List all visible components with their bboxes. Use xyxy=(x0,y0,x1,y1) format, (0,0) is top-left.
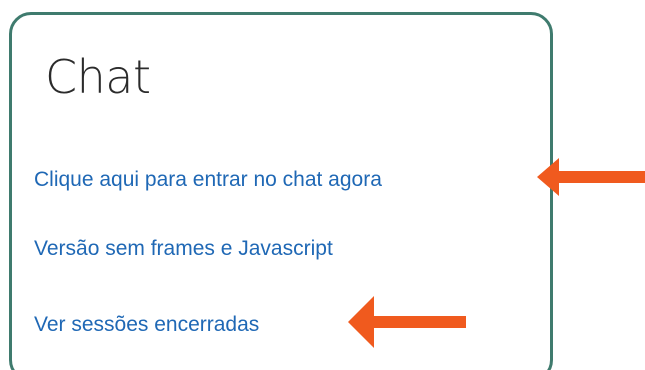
no-frames-version-link[interactable]: Versão sem frames e Javascript xyxy=(34,236,333,262)
screenshot-stage: Chat Clique aqui para entrar no chat ago… xyxy=(0,0,645,370)
left-arrow-icon xyxy=(348,296,466,348)
view-ended-sessions-link[interactable]: Ver sessões encerradas xyxy=(34,312,259,338)
enter-chat-link[interactable]: Clique aqui para entrar no chat agora xyxy=(34,167,382,193)
left-arrow-icon xyxy=(537,158,645,196)
block-title: Chat xyxy=(45,50,151,104)
